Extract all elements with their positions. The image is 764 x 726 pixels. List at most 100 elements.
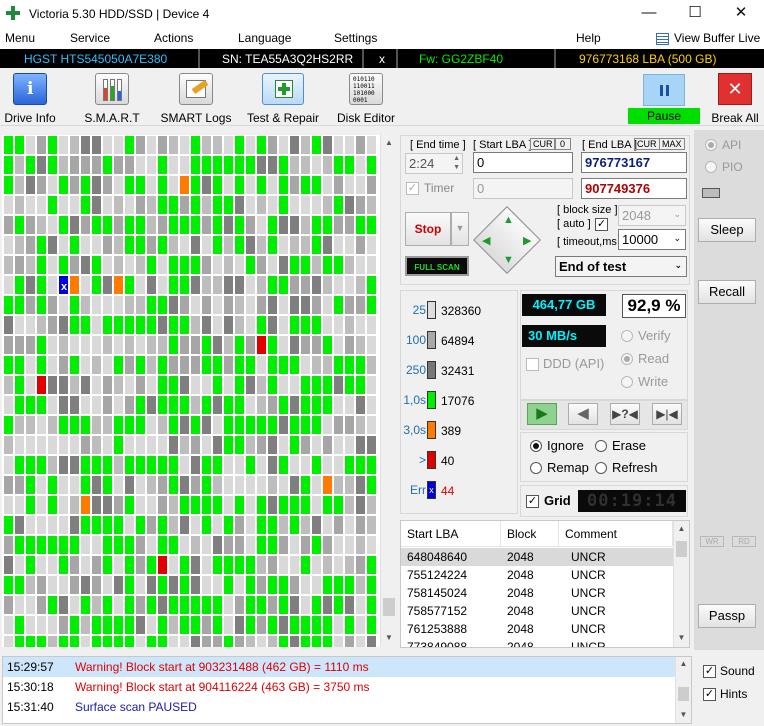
scan-block	[202, 196, 211, 214]
scan-block	[246, 396, 255, 414]
sound-checkbox[interactable]: ✓	[703, 665, 716, 678]
disk-editor-button[interactable]: 010110 110011 101000 0001 Disk Editor	[334, 73, 398, 125]
api-radio[interactable]	[705, 139, 717, 151]
end-mode-select[interactable]: End of test ⌄	[555, 256, 687, 277]
scan-block	[279, 416, 288, 434]
table-row[interactable]: 761253888 2048 UNCR	[401, 620, 673, 638]
end-lba-cur-button[interactable]: CUR	[634, 138, 660, 150]
scan-block	[356, 576, 365, 594]
refresh-radio[interactable]	[595, 462, 607, 474]
scan-block	[345, 496, 354, 514]
event-log-scrollbar[interactable]: ▲ ▼	[675, 657, 691, 723]
stop-button[interactable]: Stop	[405, 212, 451, 246]
col-comment[interactable]: Comment	[559, 521, 673, 547]
menu-item-language[interactable]: Language	[238, 31, 291, 45]
break-all-button[interactable]: ✕ Break All	[706, 73, 764, 125]
recall-button[interactable]: Recall	[698, 280, 756, 304]
block-size-select[interactable]: 2048 ⌄	[618, 205, 686, 226]
log-entry[interactable]: 15:29:57 Warning! Block start at 90323148…	[3, 657, 675, 677]
table-row[interactable]: 773849088 2048 UNCR	[401, 638, 673, 647]
remap-radio[interactable]	[530, 462, 542, 474]
scan-block	[26, 556, 35, 574]
table-row[interactable]: 758145024 2048 UNCR	[401, 584, 673, 602]
scan-block	[334, 556, 343, 574]
menu-item-settings[interactable]: Settings	[334, 31, 377, 45]
passp-button[interactable]: Passp	[698, 604, 756, 628]
start-lba-cur-button[interactable]: CUR	[530, 138, 556, 150]
dpad-down-icon[interactable]: ▼	[503, 254, 514, 266]
end-lba-max-button[interactable]: MAX	[659, 138, 685, 150]
scan-block	[37, 416, 46, 434]
timer-checkbox[interactable]: ✓	[406, 182, 419, 195]
table-row[interactable]: 755124224 2048 UNCR	[401, 566, 673, 584]
play-backward-button[interactable]: ◀	[568, 403, 598, 425]
errors-table-scrollbar[interactable]: ▲ ▼	[673, 521, 689, 647]
random-seek-button[interactable]: ▶?◀	[610, 403, 640, 425]
maximize-icon[interactable]: ☐	[672, 0, 718, 28]
end-time-field[interactable]: 2:24 ▲ ▼	[405, 153, 463, 174]
menu-item-actions[interactable]: Actions	[154, 31, 193, 45]
menu-item-help[interactable]: Help	[576, 31, 601, 45]
read-radio[interactable]	[621, 353, 633, 365]
drive-info-button[interactable]: i Drive Info	[0, 73, 60, 125]
table-row[interactable]: 758577152 2048 UNCR	[401, 602, 673, 620]
view-buffer-live[interactable]: View Buffer Live	[674, 31, 760, 45]
test-repair-button[interactable]: Test & Repair	[244, 73, 322, 125]
scan-block	[367, 276, 376, 294]
scan-block	[81, 336, 90, 354]
smart-logs-button[interactable]: SMART Logs	[160, 73, 232, 125]
verify-radio[interactable]	[621, 330, 633, 342]
scan-block	[81, 176, 90, 194]
scan-block	[290, 236, 299, 254]
ignore-label: Ignore	[547, 438, 584, 453]
log-message: Warning! Block start at 904116224 (463 G…	[75, 680, 370, 694]
close-icon[interactable]: ✕	[718, 0, 764, 28]
rd-indicator: RD	[732, 536, 756, 547]
timeout-select[interactable]: 10000 ⌄	[618, 229, 686, 250]
grid-checkbox[interactable]: ✓	[526, 495, 539, 508]
play-forward-button[interactable]: ▶	[527, 403, 557, 425]
col-start-lba[interactable]: Start LBA	[401, 521, 501, 547]
col-block[interactable]: Block	[501, 521, 559, 547]
scan-block	[103, 336, 112, 354]
ddd-api-checkbox[interactable]	[526, 358, 539, 371]
sleep-button[interactable]: Sleep	[698, 218, 756, 242]
scan-block	[48, 216, 57, 234]
log-entry[interactable]: 15:31:40 Surface scan PAUSED	[3, 697, 675, 717]
scan-block	[257, 516, 266, 534]
hints-checkbox[interactable]: ✓	[703, 688, 716, 701]
block-map-scrollbar[interactable]: ▲ ▼	[380, 135, 397, 647]
scan-block	[257, 216, 266, 234]
scan-block	[169, 296, 178, 314]
ignore-radio[interactable]	[530, 440, 542, 452]
butterfly-button[interactable]: ▶|◀	[652, 403, 682, 425]
dpad-up-icon[interactable]: ▲	[503, 214, 514, 226]
pause-button[interactable]: Pause	[628, 74, 700, 126]
menu-item-service[interactable]: Service	[70, 31, 110, 45]
smart-button[interactable]: S.M.A.R.T	[80, 73, 144, 125]
scan-block	[125, 496, 134, 514]
stop-dropdown-icon[interactable]: ▼	[451, 212, 469, 246]
pio-radio[interactable]	[705, 161, 717, 173]
auto-checkbox[interactable]: ✓	[595, 218, 608, 231]
scan-block	[81, 536, 90, 554]
scan-block	[136, 556, 145, 574]
write-radio[interactable]	[621, 376, 633, 388]
dpad-right-icon[interactable]: ▶	[523, 234, 531, 247]
scan-block	[334, 176, 343, 194]
dpad-left-icon[interactable]: ◀	[482, 234, 490, 247]
scan-block	[81, 316, 90, 334]
table-row[interactable]: 648048640 2048 UNCR	[401, 548, 673, 566]
scan-block	[367, 396, 376, 414]
end-lba-field[interactable]: 976773167	[581, 152, 687, 173]
start-lba-field[interactable]: 0	[473, 152, 573, 173]
erase-radio[interactable]	[595, 440, 607, 452]
scan-block	[191, 396, 200, 414]
smart-logs-icon	[179, 73, 213, 105]
log-entry[interactable]: 15:30:18 Warning! Block start at 90411622…	[3, 677, 675, 697]
full-scan-indicator[interactable]: FULL SCAN	[405, 256, 469, 276]
scan-block	[290, 576, 299, 594]
start-lba-zero-button[interactable]: 0	[554, 138, 572, 150]
menu-item-menu[interactable]: Menu	[5, 31, 35, 45]
minimize-icon[interactable]: —	[626, 0, 672, 28]
